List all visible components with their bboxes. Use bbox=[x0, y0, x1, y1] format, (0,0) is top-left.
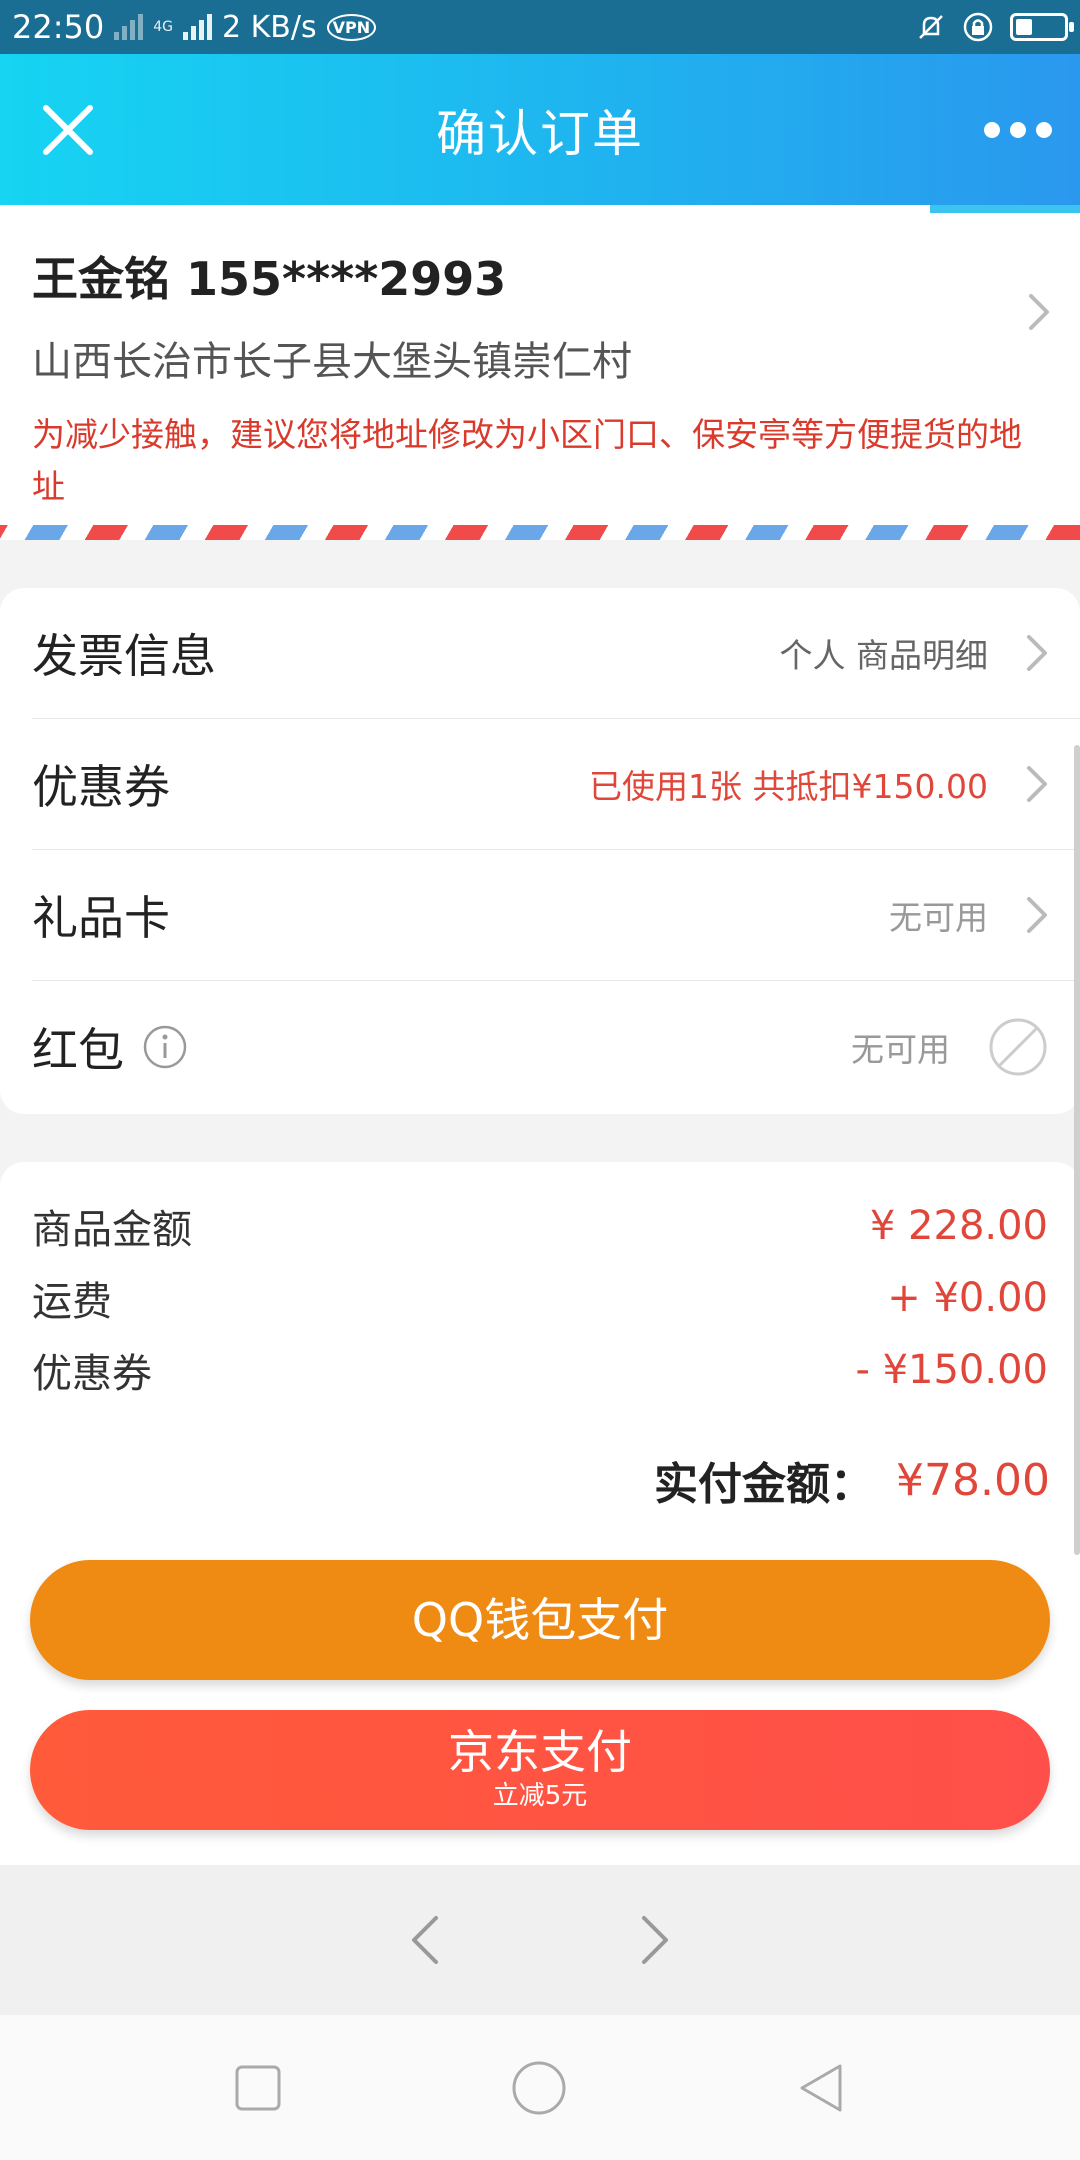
coupon-row[interactable]: 优惠券 已使用1张 共抵扣¥150.00 bbox=[32, 719, 1080, 850]
vpn-icon: VPN bbox=[326, 13, 377, 41]
goods-amount-label: 商品金额 bbox=[32, 1207, 192, 1253]
shipping-row: 运费 + ¥0.00 bbox=[32, 1262, 1048, 1334]
coupon-discount-value: - ¥150.00 bbox=[855, 1347, 1048, 1393]
battery-icon bbox=[1010, 13, 1074, 41]
price-summary-card: 商品金额 ¥ 228.00 运费 + ¥0.00 优惠券 - ¥150.00 bbox=[0, 1162, 1080, 1425]
home-icon[interactable] bbox=[511, 2060, 567, 2116]
invoice-row[interactable]: 发票信息 个人 商品明细 bbox=[32, 588, 1080, 719]
mute-bell-icon bbox=[919, 15, 943, 39]
coupon-discount-row: 优惠券 - ¥150.00 bbox=[32, 1334, 1048, 1406]
invoice-label: 发票信息 bbox=[32, 629, 216, 683]
scrollbar[interactable] bbox=[1074, 745, 1080, 1555]
lock-rotation-icon bbox=[963, 12, 993, 42]
total-value: ¥78.00 bbox=[896, 1454, 1050, 1506]
address-tip: 为减少接触，建议您将地址修改为小区门口、保安亭等方便提货的地址 bbox=[32, 415, 1022, 506]
redpacket-label-wrap: 红包 bbox=[32, 1014, 188, 1080]
coupon-label: 优惠券 bbox=[32, 760, 170, 814]
redpacket-value: 无可用 bbox=[851, 1029, 950, 1069]
browser-nav-bar bbox=[0, 1865, 1080, 2015]
recipient-name-phone: 王金铭 155****2993 bbox=[32, 252, 507, 306]
chevron-right-icon bbox=[1029, 294, 1049, 330]
address-line: 山西长治市长子县大堡头镇崇仁村 bbox=[32, 339, 632, 385]
back-icon[interactable] bbox=[796, 2062, 846, 2114]
network-speed: 2 KB/s bbox=[221, 9, 317, 45]
jd-pay-promo: 立减5元 bbox=[492, 1781, 588, 1811]
chevron-right-icon bbox=[1027, 897, 1047, 933]
total-row: 实付金额： ¥78.00 bbox=[0, 1425, 1080, 1535]
airmail-border bbox=[0, 525, 1080, 540]
system-nav-bar bbox=[0, 2015, 1080, 2160]
goods-amount-value: ¥ 228.00 bbox=[869, 1203, 1048, 1249]
address-card[interactable]: 王金铭 155****2993 山西长治市长子县大堡头镇崇仁村 为减少接触，建议… bbox=[0, 213, 1080, 540]
order-options-card: 发票信息 个人 商品明细 优惠券 已使用1张 共抵扣¥150.00 礼品卡 无可… bbox=[0, 588, 1080, 1114]
recent-apps-icon[interactable] bbox=[234, 2064, 282, 2112]
giftcard-label: 礼品卡 bbox=[32, 891, 170, 945]
signal-icon bbox=[114, 14, 144, 40]
loading-progress bbox=[0, 205, 1080, 213]
disabled-icon bbox=[989, 1018, 1047, 1075]
invoice-value: 个人 商品明细 bbox=[779, 636, 989, 675]
info-icon[interactable] bbox=[142, 1024, 188, 1070]
more-icon[interactable] bbox=[984, 121, 1052, 138]
page-title: 确认订单 bbox=[436, 104, 644, 163]
jd-pay-button[interactable]: 京东支付 立减5元 bbox=[30, 1710, 1050, 1830]
qq-wallet-pay-button[interactable]: QQ钱包支付 bbox=[30, 1560, 1050, 1680]
giftcard-row[interactable]: 礼品卡 无可用 bbox=[32, 850, 1080, 981]
shipping-value: + ¥0.00 bbox=[887, 1275, 1048, 1321]
redpacket-label: 红包 bbox=[32, 1022, 124, 1077]
redpacket-row: 红包 无可用 bbox=[32, 981, 1080, 1112]
network-type: 4G bbox=[153, 19, 173, 35]
jd-pay-label: 京东支付 bbox=[448, 1725, 632, 1779]
goods-amount-row: 商品金额 ¥ 228.00 bbox=[32, 1190, 1048, 1262]
close-icon[interactable] bbox=[38, 100, 98, 160]
payment-section: QQ钱包支付 京东支付 立减5元 bbox=[0, 1535, 1080, 1865]
coupon-discount-label: 优惠券 bbox=[32, 1351, 152, 1397]
status-bar: 22:50 4G 2 KB/s VPN bbox=[0, 0, 1080, 54]
title-bar: 确认订单 bbox=[0, 54, 1080, 205]
coupon-value: 已使用1张 共抵扣¥150.00 bbox=[589, 767, 988, 806]
giftcard-value: 无可用 bbox=[889, 898, 988, 937]
forward-arrow-icon[interactable] bbox=[640, 1914, 670, 1966]
status-time: 22:50 bbox=[12, 8, 105, 46]
back-arrow-icon[interactable] bbox=[410, 1914, 440, 1966]
total-label: 实付金额： bbox=[654, 1459, 875, 1510]
chevron-right-icon bbox=[1027, 635, 1047, 671]
signal-4g-icon bbox=[182, 14, 212, 40]
chevron-right-icon bbox=[1027, 766, 1047, 802]
shipping-label: 运费 bbox=[32, 1279, 112, 1325]
